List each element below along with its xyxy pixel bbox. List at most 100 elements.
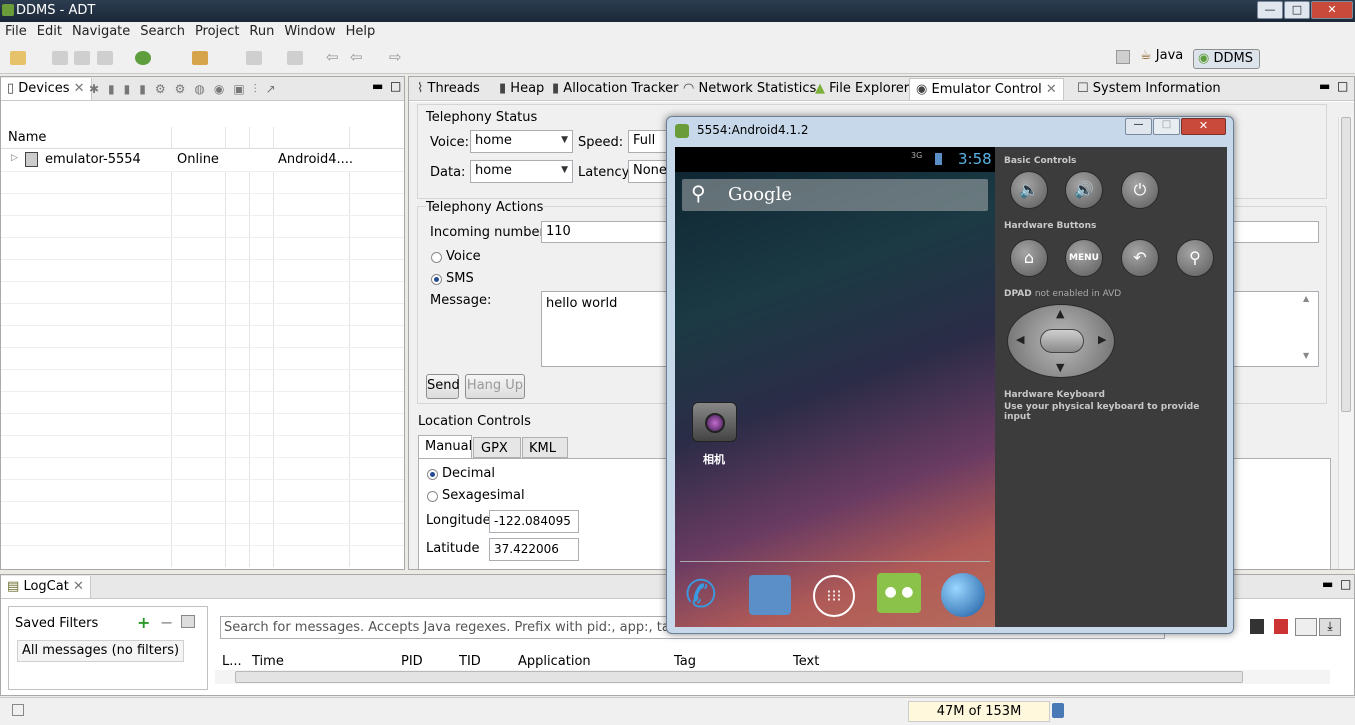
col-tag[interactable]: Tag xyxy=(674,654,696,669)
emulator-close-button[interactable]: ✕ xyxy=(1181,118,1226,135)
maximize-button[interactable]: □ xyxy=(1284,1,1310,19)
app-drawer-icon[interactable]: ⁝⁝⁝ xyxy=(813,575,855,617)
messaging-app-icon[interactable]: ● ● xyxy=(877,573,921,613)
external-tools-icon[interactable] xyxy=(192,51,208,65)
forward-icon[interactable]: ⇨ xyxy=(389,48,402,66)
dpad-down-icon[interactable]: ▼ xyxy=(1056,361,1064,374)
minimize-button[interactable]: — xyxy=(1257,1,1283,19)
volume-down-icon[interactable]: 🔈 xyxy=(1010,171,1048,209)
data-select[interactable]: home xyxy=(470,160,573,183)
col-text[interactable]: Text xyxy=(793,654,819,669)
scroll-lock-icon[interactable]: ⤓ xyxy=(1319,618,1341,636)
debug-icon[interactable] xyxy=(135,51,151,65)
col-time[interactable]: Time xyxy=(252,654,284,669)
tab-emulator-control[interactable]: ◉ Emulator Control ✕ xyxy=(909,78,1064,100)
col-name[interactable]: Name xyxy=(8,130,46,145)
devices-toolbar[interactable]: ✱▮▮▮⚙⚙◍◉▣⫶↗ xyxy=(89,82,285,97)
close-icon[interactable]: ✕ xyxy=(1046,82,1057,97)
latitude-input[interactable]: 37.422006 xyxy=(489,538,579,561)
col-level[interactable]: L... xyxy=(222,654,242,669)
fast-view-icon[interactable] xyxy=(12,704,24,716)
contacts-app-icon[interactable] xyxy=(749,575,791,615)
home-icon[interactable]: ⌂ xyxy=(1010,239,1048,277)
tab-file-explorer[interactable]: ▲ File Explorer xyxy=(809,78,915,100)
textarea-scroll-down-icon[interactable]: ▼ xyxy=(1303,351,1309,360)
col-tid[interactable]: TID xyxy=(459,654,481,669)
col-pid[interactable]: PID xyxy=(401,654,423,669)
browser-app-icon[interactable] xyxy=(941,573,985,617)
add-filter-icon[interactable]: + xyxy=(137,613,150,632)
minimize-view-icon[interactable]: ▬ xyxy=(1319,79,1330,93)
save-all-icon[interactable] xyxy=(74,51,90,65)
menu-edit[interactable]: Edit xyxy=(32,22,67,41)
expand-icon[interactable]: ▷ xyxy=(11,153,18,163)
maximize-view-icon[interactable]: □ xyxy=(1340,577,1351,591)
panel-scrollbar[interactable] xyxy=(1338,117,1353,569)
open-perspective-icon[interactable] xyxy=(1116,50,1130,64)
save-icon[interactable] xyxy=(52,51,68,65)
minimize-view-icon[interactable]: ▬ xyxy=(372,79,383,93)
next-annotation-icon[interactable] xyxy=(246,51,262,65)
ddms-perspective[interactable]: ◉ DDMS xyxy=(1193,49,1260,69)
volume-up-icon[interactable]: 🔊 xyxy=(1065,171,1103,209)
longitude-input[interactable]: -122.084095 xyxy=(489,510,579,533)
menu-file[interactable]: File xyxy=(0,22,32,41)
dpad-right-icon[interactable]: ▶ xyxy=(1098,333,1106,346)
back-icon[interactable]: ↶ xyxy=(1121,239,1159,277)
print-icon[interactable] xyxy=(97,51,113,65)
decimal-radio[interactable] xyxy=(427,469,438,480)
voice-radio[interactable] xyxy=(431,252,442,263)
maximize-view-icon[interactable]: □ xyxy=(390,79,401,93)
last-edit-icon[interactable]: ⇦ xyxy=(326,48,339,66)
tab-gpx[interactable]: GPX xyxy=(473,437,521,458)
search-icon[interactable]: ⚲ xyxy=(1176,239,1214,277)
textarea-scroll-up-icon[interactable]: ▲ xyxy=(1303,294,1309,303)
dpad[interactable]: ▲ ▼ ◀ ▶ xyxy=(1007,304,1115,378)
emulator-minimize-button[interactable]: — xyxy=(1125,118,1152,135)
clear-log-icon[interactable] xyxy=(1274,619,1288,634)
filter-all-messages[interactable]: All messages (no filters) xyxy=(17,640,185,662)
tab-kml[interactable]: KML xyxy=(522,437,568,458)
scrollbar-thumb[interactable] xyxy=(1341,117,1351,412)
back-icon[interactable]: ⇦ xyxy=(350,48,363,66)
tab-system-information[interactable]: ☐ System Information xyxy=(1071,78,1227,100)
save-log-icon[interactable] xyxy=(1250,619,1264,634)
tab-devices[interactable]: ▯ Devices ✕ xyxy=(1,78,92,100)
java-perspective[interactable]: ☕ Java xyxy=(1140,48,1183,63)
toggle-filters-icon[interactable] xyxy=(1295,618,1317,636)
tab-manual[interactable]: Manual xyxy=(418,435,472,458)
minimize-view-icon[interactable]: ▬ xyxy=(1322,577,1333,591)
power-icon[interactable]: ⏻ xyxy=(1121,171,1159,209)
dpad-up-icon[interactable]: ▲ xyxy=(1056,307,1064,320)
sexagesimal-radio[interactable] xyxy=(427,491,438,502)
menu-run[interactable]: Run xyxy=(244,22,279,41)
phone-app-icon[interactable]: ✆ xyxy=(685,572,717,616)
gc-icon[interactable] xyxy=(1052,703,1064,718)
prev-annotation-icon[interactable] xyxy=(287,51,303,65)
camera-icon[interactable] xyxy=(692,402,737,442)
send-button[interactable]: Send xyxy=(426,374,460,399)
close-icon[interactable]: ✕ xyxy=(73,579,84,594)
android-screen[interactable]: 3G 3:58 ⚲ Google 相机 ✆ ⁝⁝⁝ ● ● xyxy=(675,147,995,627)
hang-up-button[interactable]: Hang Up xyxy=(465,374,525,399)
sms-radio[interactable] xyxy=(431,274,442,285)
tab-heap[interactable]: ▮ Heap xyxy=(493,78,550,100)
tab-allocation-tracker[interactable]: ▮ Allocation Tracker xyxy=(546,78,684,100)
menu-search[interactable]: Search xyxy=(135,22,190,41)
emulator-maximize-button[interactable]: □ xyxy=(1153,118,1180,135)
close-button[interactable]: ✕ xyxy=(1311,1,1353,19)
menu-project[interactable]: Project xyxy=(190,22,244,41)
logcat-hscrollbar[interactable] xyxy=(215,670,1330,684)
edit-filter-icon[interactable] xyxy=(181,615,195,628)
maximize-view-icon[interactable]: □ xyxy=(1337,79,1348,93)
tab-threads[interactable]: ⌇ Threads xyxy=(411,78,486,100)
tab-network-statistics[interactable]: ◠ Network Statistics xyxy=(677,78,822,100)
tab-logcat[interactable]: ▤ LogCat ✕ xyxy=(1,576,91,598)
remove-filter-icon[interactable]: − xyxy=(160,613,173,632)
menu-navigate[interactable]: Navigate xyxy=(67,22,135,41)
close-icon[interactable]: ✕ xyxy=(74,81,85,96)
menu-button[interactable]: MENU xyxy=(1065,239,1103,277)
dpad-left-icon[interactable]: ◀ xyxy=(1016,333,1024,346)
menu-window[interactable]: Window xyxy=(279,22,340,41)
menu-help[interactable]: Help xyxy=(341,22,381,41)
